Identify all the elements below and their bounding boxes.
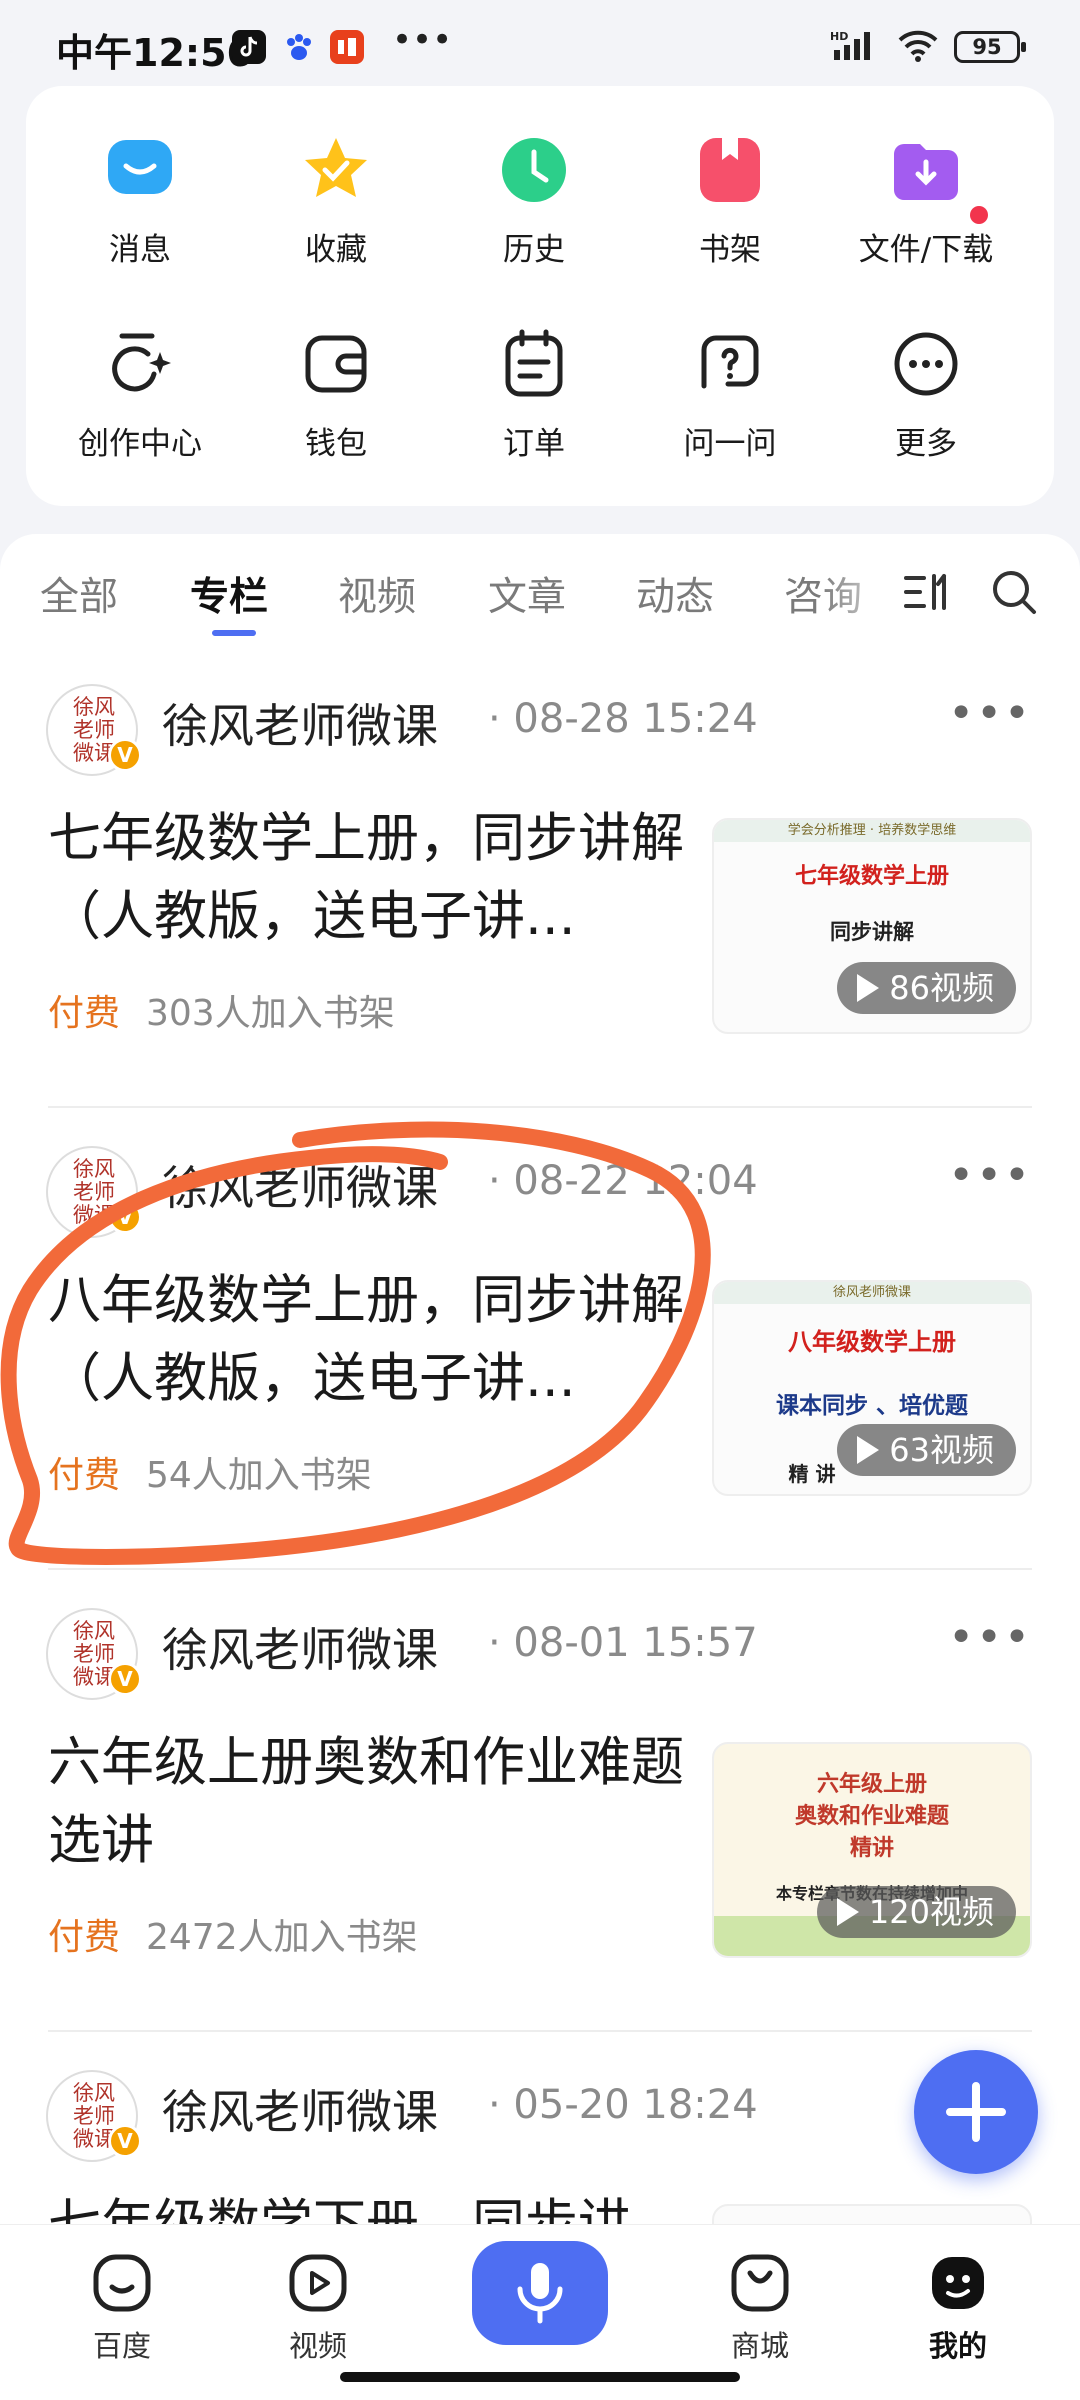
status-more-dots: ••• <box>392 20 453 60</box>
clock-icon <box>502 138 566 202</box>
paid-label: 付费 <box>48 993 121 1034</box>
quick-wallet[interactable]: 钱包 <box>236 328 436 463</box>
nav-profile[interactable]: 我的 <box>888 2251 1028 2365</box>
quick-more[interactable]: 更多 <box>826 328 1026 463</box>
post-title[interactable]: 八年级数学上册，同步讲解（人教版，送电子讲... <box>48 1262 688 1418</box>
quick-bookshelf[interactable]: 书架 <box>630 134 830 269</box>
wallet-icon <box>305 335 367 393</box>
more-icon <box>894 332 958 396</box>
nav-home[interactable]: 百度 <box>52 2251 192 2365</box>
post-thumbnail[interactable]: 徐风老师微课 八年级数学上册 课本同步 、培优题 精 讲 63视频 <box>712 1280 1032 1496</box>
author-name[interactable]: 徐风老师微课 <box>162 1614 438 1680</box>
nav-video[interactable]: 视频 <box>248 2251 388 2365</box>
tab-all[interactable]: 全部 <box>40 566 118 622</box>
feed-post[interactable]: 徐风 老师 微课 V 徐风老师微课 · 08-28 15:24 ••• 七年级数学上… <box>0 646 1080 1108</box>
play-icon <box>836 1898 859 1926</box>
nav-mall[interactable]: 商城 <box>690 2251 830 2365</box>
author-name[interactable]: 徐风老师微课 <box>162 1152 438 1218</box>
bookshelf-count: 303人加入书架 <box>146 993 395 1034</box>
tab-video[interactable]: 视频 <box>338 566 416 622</box>
paid-label: 付费 <box>48 1455 121 1496</box>
post-time: · 05-20 18:24 <box>488 2082 758 2128</box>
notification-dot <box>970 206 988 224</box>
video-icon <box>289 2254 347 2312</box>
quick-actions-card: 消息 收藏 历史 书架 文件/下载 创作中心 钱包 订单 问一问 更多 <box>26 86 1054 506</box>
quick-history[interactable]: 历史 <box>434 134 634 269</box>
verified-badge-icon: V <box>108 2124 142 2158</box>
play-icon <box>857 1436 880 1464</box>
plus-icon <box>946 2082 1006 2142</box>
content-tabs: 全部 专栏 视频 文章 动态 咨询 <box>0 534 1080 646</box>
status-time: 中午12:56 <box>56 31 253 75</box>
baidu-home-icon <box>93 2254 151 2312</box>
baidu-paw-icon <box>282 30 316 64</box>
svg-text:HD: HD <box>830 30 848 43</box>
verified-badge-icon: V <box>108 1200 142 1234</box>
author-name[interactable]: 徐风老师微课 <box>162 690 438 756</box>
feed-post[interactable]: 徐风 老师 微课 V 徐风老师微课 · 08-01 15:57 ••• 六年级上册奥… <box>0 1570 1080 2032</box>
tab-fade <box>820 554 910 624</box>
verified-badge-icon: V <box>108 738 142 772</box>
microphone-icon <box>517 2263 563 2324</box>
create-post-button[interactable] <box>914 2050 1038 2174</box>
mall-icon <box>731 2254 789 2312</box>
video-count-badge: 120视频 <box>816 1886 1016 1938</box>
post-title[interactable]: 六年级上册奥数和作业难题选讲 <box>48 1724 688 1880</box>
post-time: · 08-28 15:24 <box>488 696 758 742</box>
tiktok-icon <box>232 30 266 64</box>
search-icon[interactable] <box>990 568 1038 620</box>
quick-messages[interactable]: 消息 <box>40 134 240 269</box>
quick-downloads[interactable]: 文件/下载 <box>826 134 1026 269</box>
listen-app-icon <box>330 30 364 64</box>
verified-badge-icon: V <box>108 1662 142 1696</box>
signal-icon: HD <box>830 28 882 66</box>
bookshelf-count: 54人加入书架 <box>146 1455 372 1496</box>
play-icon <box>857 974 880 1002</box>
tab-column[interactable]: 专栏 <box>190 566 268 622</box>
more-options-icon[interactable]: ••• <box>948 1150 1032 1201</box>
message-icon <box>108 140 172 194</box>
author-avatar[interactable]: 徐风 老师 微课 V <box>46 1608 142 1700</box>
post-thumbnail[interactable]: 六年级上册 奥数和作业难题 精讲 本专栏章节数在持续增加中 120视频 <box>712 1742 1032 1958</box>
video-count-badge: 63视频 <box>837 1424 1016 1476</box>
post-title[interactable]: 七年级数学下册，同步讲 <box>48 2186 688 2226</box>
question-icon <box>701 335 759 389</box>
status-bar: 中午12:56 ••• HD 95 <box>0 0 1080 80</box>
paid-label: 付费 <box>48 1917 121 1958</box>
quick-orders[interactable]: 订单 <box>434 328 634 463</box>
sort-filter-icon[interactable] <box>904 572 952 616</box>
profile-icon <box>932 2257 984 2309</box>
wifi-icon <box>896 28 940 66</box>
post-time: · 08-22 12:04 <box>488 1158 758 1204</box>
post-time: · 08-01 15:57 <box>488 1620 758 1666</box>
post-thumbnail[interactable]: 学会分析推理 · 培养数学思维 七年级数学上册 同步讲解 86视频 <box>712 818 1032 1034</box>
tab-moments[interactable]: 动态 <box>636 566 714 622</box>
status-right: HD 95 <box>830 28 1026 66</box>
tab-article[interactable]: 文章 <box>488 566 566 622</box>
voice-search-button[interactable] <box>472 2241 608 2345</box>
create-icon <box>112 333 171 392</box>
feed-post[interactable]: 徐风 老师 微课 V 徐风老师微课 · 08-22 12:04 ••• 八年级数学上… <box>0 1108 1080 1570</box>
quick-creator-center[interactable]: 创作中心 <box>40 328 240 463</box>
active-tab-indicator <box>212 630 256 636</box>
author-avatar[interactable]: 徐风 老师 微课 V <box>46 684 142 776</box>
battery-indicator: 95 <box>954 31 1026 63</box>
author-avatar[interactable]: 徐风 老师 微课 V <box>46 1146 142 1238</box>
column-feed: 徐风 老师 微课 V 徐风老师微课 · 08-28 15:24 ••• 七年级数学上… <box>0 646 1080 2226</box>
home-indicator <box>340 2372 740 2382</box>
post-title[interactable]: 七年级数学上册，同步讲解（人教版，送电子讲... <box>48 800 688 956</box>
post-thumbnail[interactable] <box>712 2204 1032 2226</box>
quick-favorites[interactable]: 收藏 <box>236 134 436 269</box>
order-icon <box>505 329 563 397</box>
quick-ask[interactable]: 问一问 <box>630 328 830 463</box>
author-name[interactable]: 徐风老师微课 <box>162 2076 438 2142</box>
star-icon <box>305 138 367 197</box>
video-count-badge: 86视频 <box>837 962 1016 1014</box>
bookshelf-icon <box>700 138 760 202</box>
download-folder-icon <box>894 144 958 200</box>
more-options-icon[interactable]: ••• <box>948 688 1032 739</box>
bookshelf-count: 2472人加入书架 <box>146 1917 418 1958</box>
author-avatar[interactable]: 徐风 老师 微课 V <box>46 2070 142 2162</box>
more-options-icon[interactable]: ••• <box>948 1612 1032 1663</box>
